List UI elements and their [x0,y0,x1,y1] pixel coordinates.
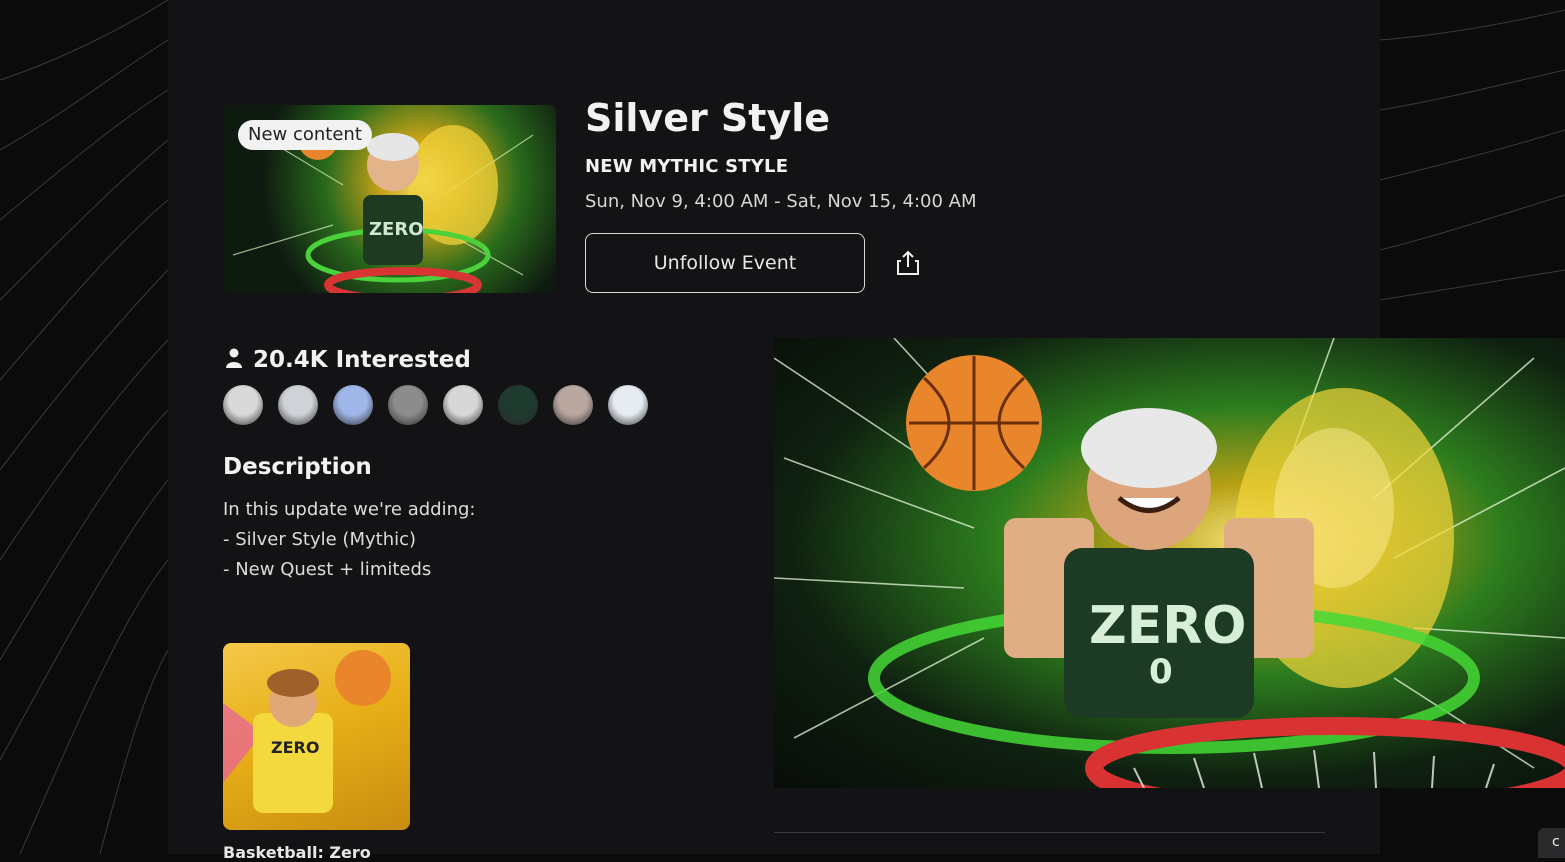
avatar[interactable] [608,385,648,425]
share-icon[interactable] [893,248,923,278]
interested-avatars [223,385,648,425]
new-content-badge: New content [238,120,372,150]
interested-count: 20.4K Interested [223,347,471,373]
description-line: - Silver Style (Mythic) [223,529,417,550]
svg-text:ZERO: ZERO [369,219,424,240]
avatar[interactable] [498,385,538,425]
description-heading: Description [223,454,372,480]
unfollow-event-button[interactable]: Unfollow Event [585,233,865,293]
avatar[interactable] [388,385,428,425]
description-line: In this update we're adding: [223,499,476,520]
avatar[interactable] [223,385,263,425]
avatar[interactable] [553,385,593,425]
event-subtitle: NEW MYTHIC STYLE [585,156,789,177]
avatar[interactable] [278,385,318,425]
description-body: In this update we're adding: - Silver St… [223,495,475,585]
svg-text:ZERO: ZERO [271,738,319,757]
avatar[interactable] [443,385,483,425]
game-name[interactable]: Basketball: Zero [223,843,371,862]
event-banner-image: ZERO 0 [774,338,1565,788]
divider [774,832,1325,833]
svg-text:ZERO: ZERO [1089,596,1246,656]
avatar[interactable] [333,385,373,425]
interested-label: 20.4K Interested [253,347,471,373]
event-dates: Sun, Nov 9, 4:00 AM - Sat, Nov 15, 4:00 … [585,191,977,212]
description-line: - New Quest + limiteds [223,559,432,580]
event-title: Silver Style [585,96,831,140]
svg-text:0: 0 [1149,652,1173,692]
person-icon [223,347,245,373]
game-thumbnail[interactable]: ZERO [223,643,410,830]
